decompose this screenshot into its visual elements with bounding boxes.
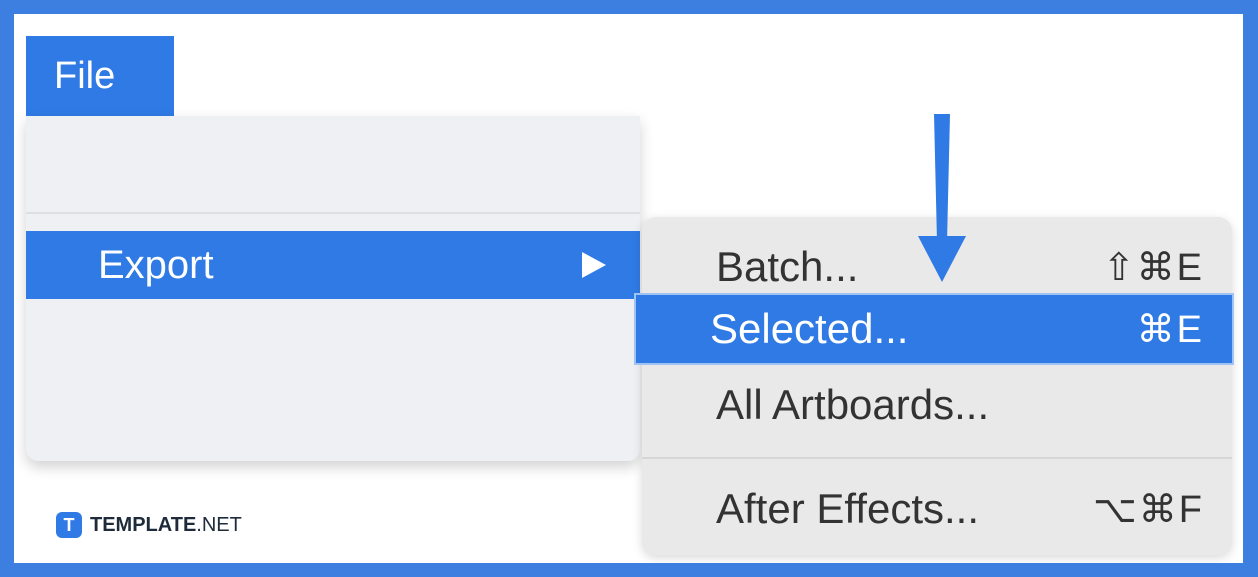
submenu-separator (642, 457, 1232, 459)
file-menu-label: File (54, 54, 116, 97)
submenu-item-after-effects[interactable]: After Effects... ⌥⌘F (642, 473, 1232, 545)
submenu-item-all-artboards[interactable]: All Artboards... (642, 369, 1232, 441)
template-net-watermark: T TEMPLATE.NET (56, 512, 242, 538)
down-arrow-icon (918, 114, 966, 282)
submenu-item-label: Batch... (716, 243, 859, 290)
brand-logo-icon: T (56, 512, 82, 538)
menu-item-export-label: Export (98, 242, 214, 287)
submenu-item-label: After Effects... (716, 485, 979, 532)
submenu-triangle-icon (582, 252, 606, 278)
file-menu-dropdown: Export (26, 116, 640, 461)
brand-name-bold: TEMPLATE (90, 513, 197, 536)
menu-item-export[interactable]: Export (26, 231, 640, 299)
submenu-item-selected[interactable]: Selected... ⌘E (634, 293, 1234, 365)
brand-name-suffix: .NET (196, 513, 242, 536)
keyboard-shortcut: ⇧⌘E (1102, 246, 1204, 289)
submenu-item-label: Selected... (710, 305, 909, 352)
submenu-item-label: All Artboards... (716, 381, 990, 428)
file-menu-button[interactable]: File (26, 36, 174, 116)
menu-separator (26, 212, 640, 214)
keyboard-shortcut: ⌘E (1136, 308, 1204, 351)
brand-name: TEMPLATE.NET (90, 514, 242, 537)
keyboard-shortcut: ⌥⌘F (1092, 488, 1204, 531)
screenshot-canvas: File Export Batch... ⇧⌘E Selected... ⌘E … (14, 14, 1243, 563)
